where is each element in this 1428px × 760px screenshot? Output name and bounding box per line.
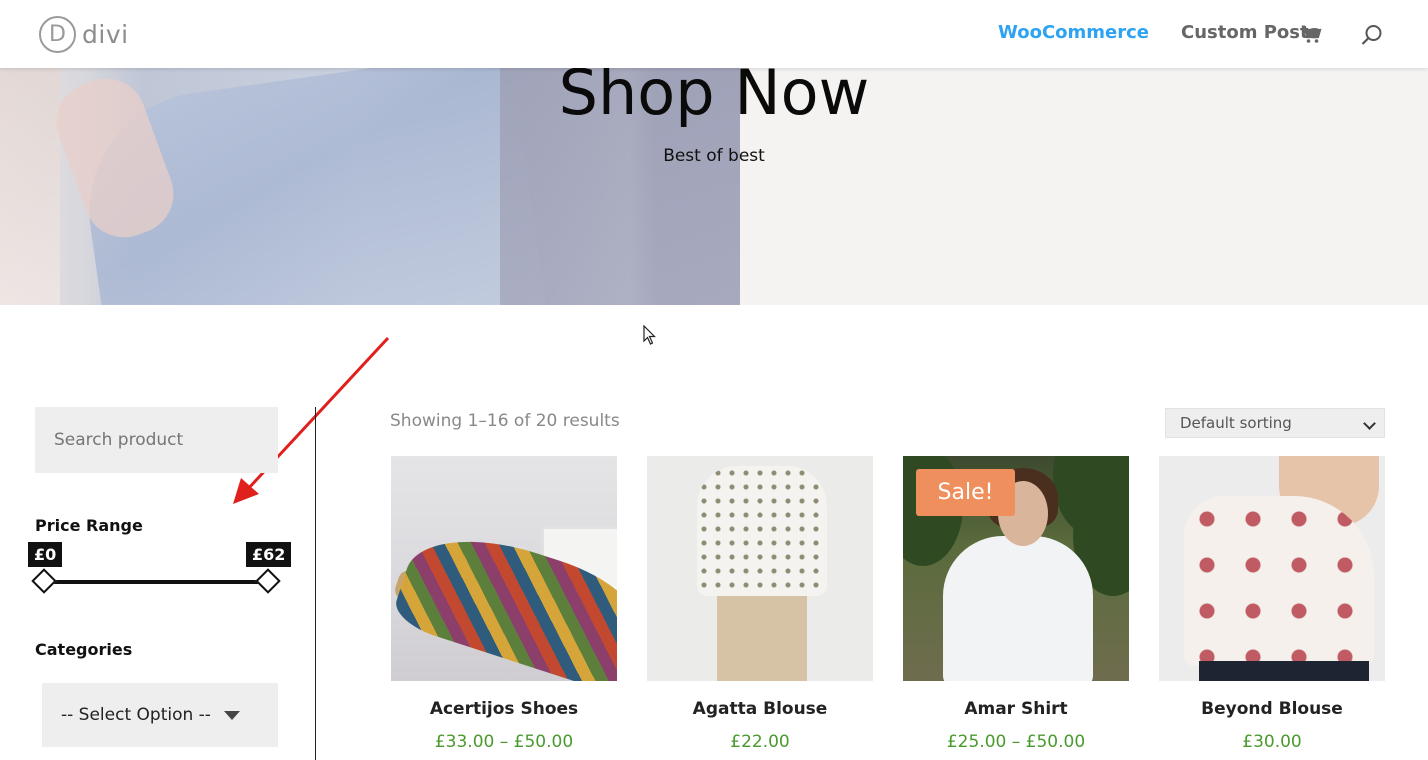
site-header: D divi WooCommerce Custom Posts bbox=[0, 0, 1428, 68]
price-slider-min-handle[interactable] bbox=[31, 568, 57, 594]
hero-subtitle: Best of best bbox=[663, 146, 765, 166]
main-nav: WooCommerce Custom Posts bbox=[998, 22, 1351, 43]
product-price: £25.00 – £50.00 bbox=[946, 732, 1086, 752]
product-image[interactable] bbox=[1159, 456, 1385, 681]
nav-woocommerce[interactable]: WooCommerce bbox=[998, 22, 1149, 43]
product-name[interactable]: Acertijos Shoes bbox=[391, 699, 617, 719]
product-name[interactable]: Amar Shirt bbox=[903, 699, 1129, 719]
product-search-input[interactable] bbox=[35, 407, 278, 473]
sort-select-value: Default sorting bbox=[1180, 414, 1292, 432]
mouse-cursor-icon bbox=[643, 325, 656, 345]
caret-down-icon bbox=[224, 711, 240, 720]
categories-title: Categories bbox=[35, 640, 133, 659]
nav-custom-posts[interactable]: Custom Posts bbox=[1181, 22, 1319, 43]
logo-mark: D bbox=[39, 16, 76, 53]
category-select-value: -- Select Option -- bbox=[61, 705, 211, 725]
search-icon[interactable] bbox=[1361, 24, 1383, 46]
price-max-label: £62 bbox=[246, 542, 292, 567]
price-slider-track[interactable] bbox=[44, 580, 268, 584]
product-card[interactable]: Agatta Blouse £22.00 bbox=[647, 456, 873, 752]
product-card[interactable]: Sale! Amar Shirt £25.00 – £50.00 bbox=[903, 456, 1129, 752]
sale-badge: Sale! bbox=[916, 469, 1015, 516]
product-image[interactable] bbox=[647, 456, 873, 681]
product-image[interactable] bbox=[391, 456, 617, 681]
product-price: £33.00 – £50.00 bbox=[434, 732, 574, 752]
logo-text: divi bbox=[82, 20, 129, 49]
product-price: £30.00 bbox=[1242, 732, 1302, 752]
sort-select[interactable]: Default sorting bbox=[1165, 408, 1385, 438]
price-slider-max-handle[interactable] bbox=[255, 568, 281, 594]
product-name[interactable]: Agatta Blouse bbox=[647, 699, 873, 719]
pants-shape bbox=[717, 581, 807, 681]
sidebar-divider bbox=[315, 407, 316, 760]
price-range-title: Price Range bbox=[35, 516, 143, 535]
product-card[interactable]: Acertijos Shoes £33.00 – £50.00 bbox=[391, 456, 617, 752]
site-logo[interactable]: D divi bbox=[39, 16, 129, 53]
product-name[interactable]: Beyond Blouse bbox=[1159, 699, 1385, 719]
category-select[interactable]: -- Select Option -- bbox=[42, 683, 278, 747]
product-price: £22.00 bbox=[730, 732, 790, 752]
chevron-down-icon bbox=[1363, 417, 1376, 430]
product-card[interactable]: Beyond Blouse £30.00 bbox=[1159, 456, 1385, 752]
pants-shape bbox=[1199, 661, 1369, 681]
result-count: Showing 1–16 of 20 results bbox=[390, 411, 620, 431]
price-min-label: £0 bbox=[28, 542, 63, 567]
blouse-shape bbox=[943, 536, 1093, 681]
product-image[interactable]: Sale! bbox=[903, 456, 1129, 681]
shirt-shape bbox=[697, 466, 827, 596]
blouse-shape bbox=[1184, 496, 1374, 666]
cart-icon[interactable] bbox=[1302, 26, 1322, 44]
